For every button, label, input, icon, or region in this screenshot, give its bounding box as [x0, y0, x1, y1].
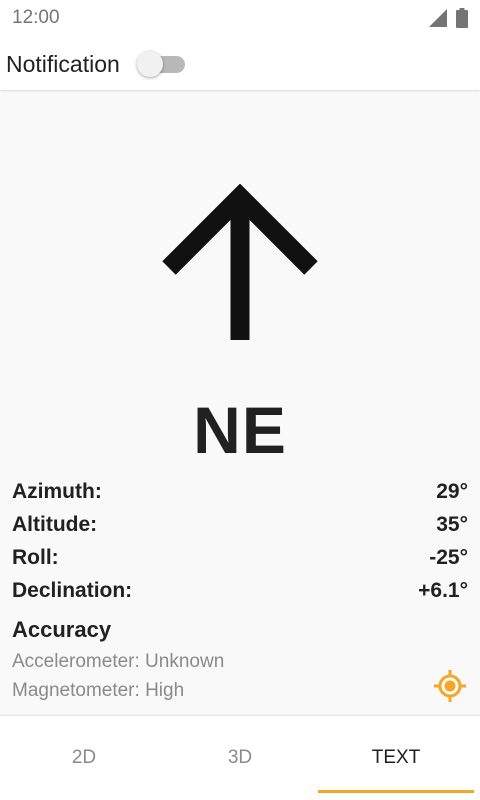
- accelerometer-accuracy: Accelerometer: Unknown: [12, 651, 225, 672]
- tab-3d[interactable]: 3D: [162, 716, 318, 796]
- status-icons: [428, 8, 468, 28]
- notification-label: Notification: [6, 51, 120, 77]
- reading-value: +6.1°: [418, 579, 468, 602]
- reading-altitude: Altitude: 35°: [12, 513, 468, 543]
- notification-switch[interactable]: [137, 51, 187, 77]
- reading-value: 35°: [436, 513, 468, 536]
- reading-declination: Declination: +6.1°: [12, 579, 468, 609]
- compass-screen: 12:00 Notification NE Azimuth: 29° Altit…: [0, 0, 480, 800]
- reading-label: Declination:: [12, 579, 133, 602]
- reading-label: Azimuth:: [12, 480, 102, 503]
- gps-fixed-icon[interactable]: [433, 669, 467, 703]
- reading-value: 29°: [436, 480, 468, 503]
- status-bar: 12:00: [0, 0, 480, 36]
- direction-label: NE: [193, 393, 287, 467]
- signal-icon: [429, 9, 447, 27]
- reading-label: Roll:: [12, 546, 59, 569]
- tab-text[interactable]: TEXT: [318, 716, 474, 796]
- status-time: 12:00: [12, 7, 60, 28]
- notification-bar: Notification: [0, 36, 480, 90]
- reading-label: Altitude:: [12, 513, 98, 536]
- tab-2d[interactable]: 2D: [6, 716, 162, 796]
- tab-bar: 2D 3D TEXT: [0, 716, 480, 800]
- reading-value: -25°: [429, 546, 468, 569]
- magnetometer-accuracy: Magnetometer: High: [12, 680, 185, 701]
- active-tab-indicator: [318, 790, 474, 793]
- reading-roll: Roll: -25°: [12, 546, 468, 576]
- battery-icon: [456, 8, 468, 28]
- reading-azimuth: Azimuth: 29°: [12, 480, 468, 510]
- arrow-up-icon: [162, 184, 318, 340]
- switch-thumb: [137, 51, 163, 77]
- accuracy-title: Accuracy: [12, 617, 112, 642]
